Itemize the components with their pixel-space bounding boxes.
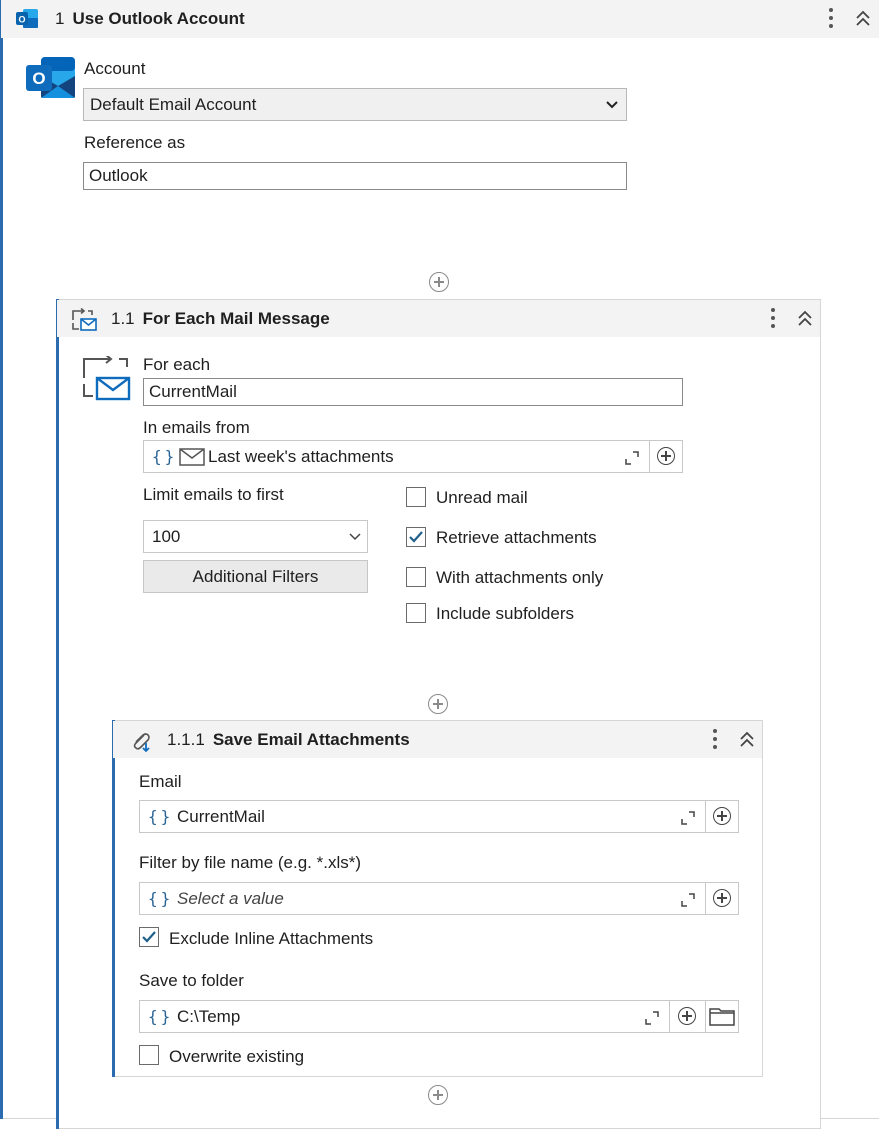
card-header[interactable]: 1.1 For Each Mail Message [57, 300, 820, 337]
expression-brace-icon[interactable]: {} [148, 807, 173, 826]
overwrite-label: Overwrite existing [169, 1047, 305, 1066]
in-emails-value: Last week's attachments [208, 447, 394, 466]
step-number: 1 [55, 9, 65, 28]
chevron-down-icon [349, 533, 361, 541]
card-accent-bar [0, 0, 3, 1119]
retrieve-attachments-checkbox[interactable] [406, 527, 426, 547]
in-emails-field[interactable]: {} Last week's attachments [143, 440, 683, 473]
add-activity-icon[interactable] [428, 694, 448, 714]
plus-circle-icon [713, 889, 731, 907]
expand-icon[interactable] [681, 893, 695, 907]
email-label: Email [139, 772, 182, 791]
unread-mail-checkbox[interactable] [406, 487, 426, 507]
filter-label: Filter by file name (e.g. *.xls*) [139, 853, 362, 872]
collapse-icon[interactable] [853, 9, 873, 29]
account-dropdown[interactable]: Default Email Account [83, 88, 627, 121]
card-title: 1 Use Outlook Account [55, 9, 245, 29]
with-attachments-label: With attachments only [436, 568, 604, 587]
outlook-icon: O [26, 57, 75, 98]
add-variable-button[interactable] [669, 1001, 705, 1032]
add-variable-button[interactable] [705, 883, 738, 914]
add-variable-button[interactable] [705, 801, 738, 832]
unread-mail-label: Unread mail [436, 488, 528, 507]
add-variable-button[interactable] [649, 441, 682, 472]
plus-circle-icon [657, 447, 675, 465]
expression-brace-icon[interactable]: {} [152, 447, 177, 466]
save-email-attachments-card: 1.1.1 Save Email Attachments Email {} Cur… [112, 720, 763, 1077]
svg-text:O: O [32, 69, 45, 88]
for-each-input[interactable]: CurrentMail [143, 378, 683, 406]
expression-brace-icon[interactable]: {} [148, 889, 173, 908]
checkmark-icon [409, 531, 423, 543]
plus-circle-icon [713, 807, 731, 825]
include-subfolders-label: Include subfolders [436, 604, 574, 623]
folder-icon [709, 1008, 735, 1026]
browse-folder-button[interactable] [705, 1001, 738, 1032]
step-title: Save Email Attachments [212, 730, 410, 749]
filter-placeholder: Select a value [177, 889, 284, 908]
email-field[interactable]: {} CurrentMail [139, 800, 739, 833]
kebab-menu-icon[interactable] [825, 7, 837, 31]
plus-circle-icon [678, 1007, 696, 1025]
envelope-icon [179, 448, 205, 466]
expand-icon[interactable] [645, 1011, 659, 1025]
card-title: 1.1.1 Save Email Attachments [167, 730, 410, 750]
account-label: Account [84, 59, 146, 78]
outlook-small-icon: O [16, 9, 38, 28]
expression-brace-icon[interactable]: {} [148, 1007, 173, 1026]
step-title: For Each Mail Message [142, 309, 330, 328]
reference-input[interactable]: Outlook [83, 162, 627, 190]
with-attachments-checkbox[interactable] [406, 567, 426, 587]
folder-label: Save to folder [139, 971, 244, 990]
limit-label: Limit emails to first [143, 485, 284, 504]
svg-text:O: O [18, 15, 25, 25]
limit-value: 100 [152, 527, 181, 546]
add-activity-icon[interactable] [428, 1085, 448, 1105]
step-number: 1.1 [111, 309, 135, 328]
folder-field[interactable]: {} C:\Temp [139, 1000, 739, 1033]
email-value: CurrentMail [177, 807, 265, 826]
for-each-label: For each [143, 355, 211, 374]
additional-filters-button[interactable]: Additional Filters [143, 560, 368, 593]
add-activity-icon[interactable] [429, 272, 449, 292]
kebab-menu-icon[interactable] [709, 728, 721, 752]
exclude-inline-checkbox[interactable] [139, 927, 159, 947]
in-emails-label: In emails from [143, 418, 250, 437]
kebab-menu-icon[interactable] [767, 307, 779, 331]
card-title: 1.1 For Each Mail Message [111, 309, 330, 329]
limit-dropdown[interactable]: 100 [143, 520, 368, 553]
folder-value: C:\Temp [177, 1007, 241, 1026]
exclude-inline-label: Exclude Inline Attachments [169, 929, 374, 948]
card-header[interactable]: O 1 Use Outlook Account [1, 0, 879, 38]
chevron-down-icon [606, 101, 618, 109]
step-title: Use Outlook Account [72, 9, 245, 28]
for-each-mail-small-icon [72, 308, 97, 331]
retrieve-attachments-label: Retrieve attachments [436, 528, 597, 547]
overwrite-checkbox[interactable] [139, 1045, 159, 1065]
for-each-mail-icon [83, 356, 131, 401]
attachment-icon [133, 733, 150, 753]
expand-icon[interactable] [625, 451, 639, 465]
filter-field[interactable]: {} Select a value [139, 882, 739, 915]
collapse-icon[interactable] [737, 730, 757, 750]
card-header[interactable]: 1.1.1 Save Email Attachments [113, 721, 762, 758]
include-subfolders-checkbox[interactable] [406, 603, 426, 623]
checkmark-icon [142, 931, 156, 943]
card-accent-bar [112, 720, 115, 1077]
card-accent-bar [56, 299, 59, 1129]
expand-icon[interactable] [681, 811, 695, 825]
step-number: 1.1.1 [167, 730, 205, 749]
collapse-icon[interactable] [795, 309, 815, 329]
account-value: Default Email Account [90, 95, 257, 114]
reference-label: Reference as [84, 133, 186, 152]
